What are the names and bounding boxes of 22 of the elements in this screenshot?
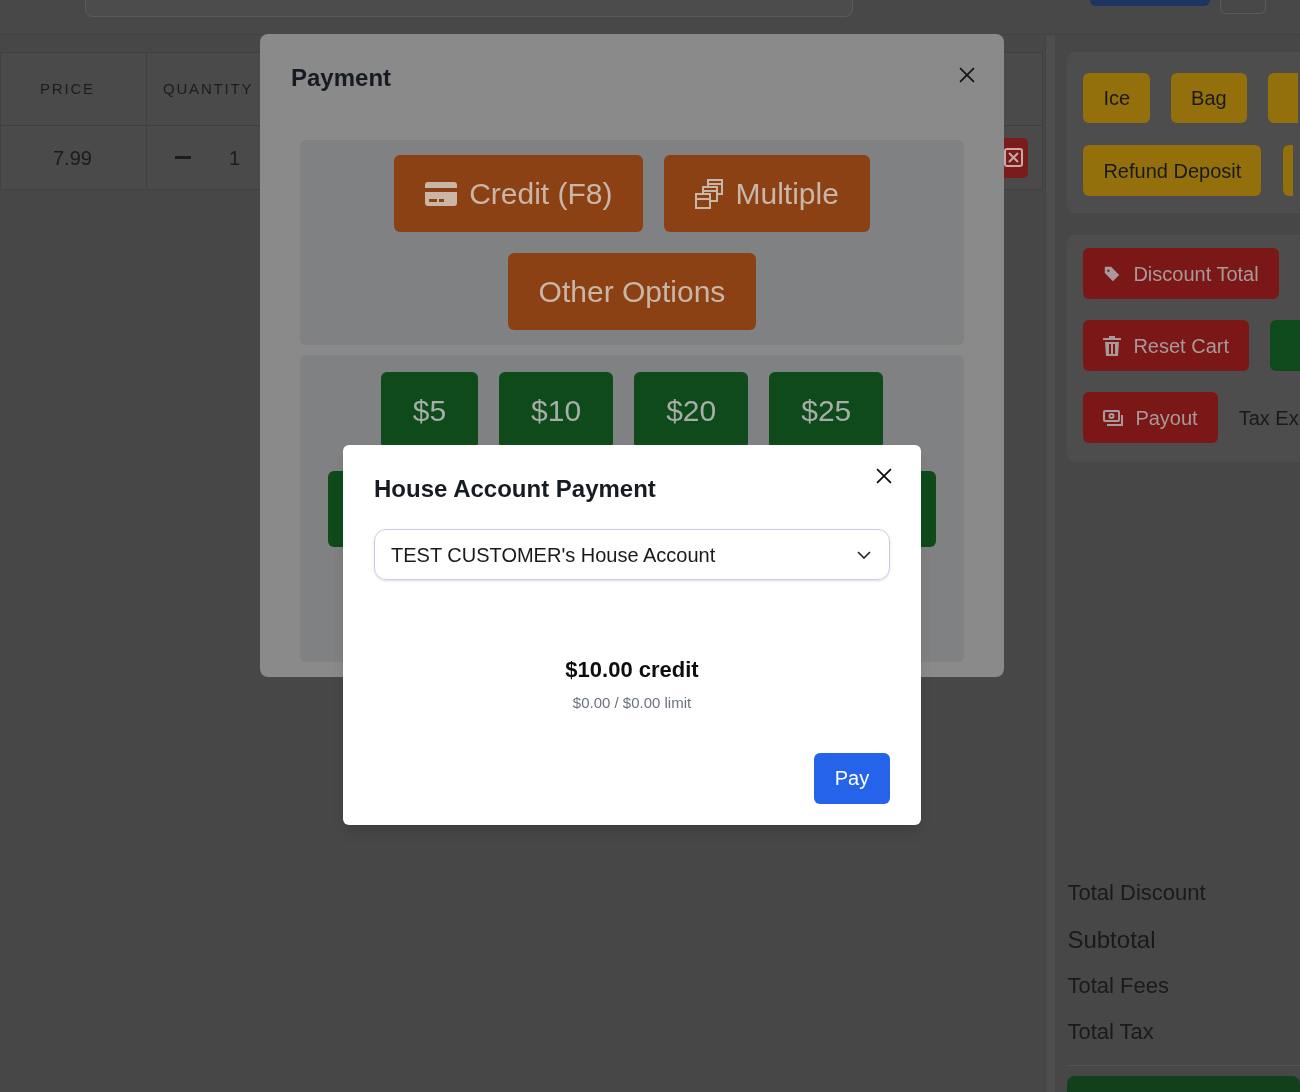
cash-icon: [1103, 409, 1124, 426]
credit-limit: $0.00 / $0.00 limit: [572, 693, 692, 713]
dialog-title: House Account Payment: [374, 474, 656, 504]
dialog-title: Payment: [291, 63, 392, 93]
account-select[interactable]: TEST CUSTOMER's House Account: [374, 529, 890, 580]
chevron-down-icon: [857, 550, 871, 559]
quick-item-button[interactable]: Ice: [1083, 73, 1151, 123]
tag-icon: [1103, 264, 1122, 283]
decrement-icon[interactable]: [175, 156, 191, 159]
pay-button[interactable]: Pay: [814, 752, 890, 804]
action-button[interactable]: Reset Cart: [1083, 320, 1249, 371]
refund-deposit-button[interactable]: Refund Deposit: [1083, 145, 1262, 196]
action-button[interactable]: Discount Total: [1083, 248, 1279, 299]
credit-card-icon: [425, 181, 458, 206]
action-button[interactable]: Payout: [1083, 392, 1218, 443]
payment-method-button[interactable]: Multiple: [664, 155, 870, 232]
stacked-windows-icon: [695, 178, 724, 209]
payment-method-button[interactable]: Credit (F8): [394, 155, 644, 232]
trash-icon: [1103, 335, 1122, 356]
quick-item-button[interactable]: Bag: [1171, 73, 1247, 123]
credit-amount: $10.00 credit: [565, 656, 699, 684]
payment-method-button[interactable]: Other Options: [507, 253, 757, 330]
